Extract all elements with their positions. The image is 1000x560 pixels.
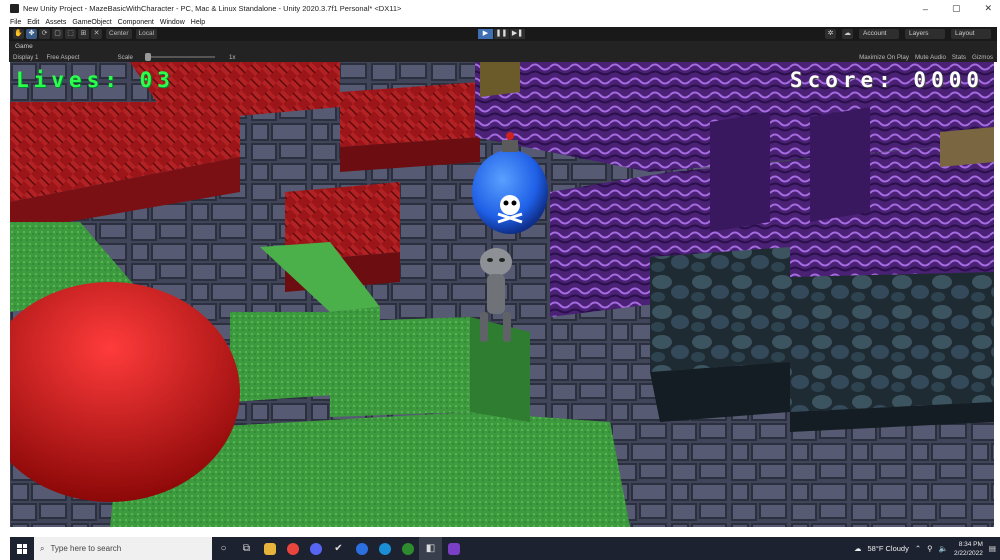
window-title: New Unity Project - MazeBasicWithCharact… [23, 4, 402, 13]
transform-tool-icon[interactable]: ⊞ [78, 29, 89, 39]
stats-toggle[interactable]: Stats [952, 54, 966, 61]
maximize-on-play-toggle[interactable]: Maximize On Play [859, 54, 909, 61]
maximize-button[interactable]: ▢ [952, 3, 961, 14]
menu-assets[interactable]: Assets [45, 19, 66, 26]
step-button[interactable]: ▶❚ [510, 29, 525, 39]
xbox-icon[interactable] [396, 537, 419, 560]
notifications-icon[interactable]: ▤ [989, 544, 996, 553]
hand-tool-icon[interactable]: ✋ [13, 29, 24, 39]
unity-toolbar: ✋ ✥ ⟳ ▢ ⬚ ⊞ ✕ Center Local ▶ ❚❚ ▶❚ ✲ ☁ A… [9, 27, 997, 41]
scale-value: 1x [228, 53, 236, 61]
window-title-bar: New Unity Project - MazeBasicWithCharact… [0, 0, 1000, 17]
clock-time: 8:34 PM [958, 540, 983, 548]
tan-wall-corner [480, 62, 520, 97]
close-button[interactable]: ✕ [984, 3, 992, 14]
menu-component[interactable]: Component [118, 19, 154, 26]
toolbar-right: ✲ ☁ Account Layers Layout [825, 29, 991, 39]
start-button[interactable] [10, 537, 34, 560]
minimize-button[interactable]: – [923, 4, 928, 14]
cloud-icon[interactable]: ☁ [842, 29, 853, 39]
windows-logo-icon [17, 543, 27, 554]
aspect-dropdown[interactable]: Free Aspect [46, 54, 79, 61]
tray-chevron-icon[interactable]: ⌃ [915, 544, 921, 553]
chrome-icon[interactable] [281, 537, 304, 560]
clock[interactable]: 8:34 PM 2/22/2022 [954, 540, 983, 558]
rect-tool-icon[interactable]: ⬚ [65, 29, 76, 39]
volume-icon[interactable]: 🔈 [939, 544, 948, 553]
weather-text[interactable]: 58°F Cloudy [867, 544, 908, 553]
layers-dropdown[interactable]: Layers [905, 29, 945, 39]
display-dropdown[interactable]: Display 1 [13, 54, 38, 61]
transform-tools: ✋ ✥ ⟳ ▢ ⬚ ⊞ ✕ [13, 29, 102, 39]
rotate-tool-icon[interactable]: ⟳ [39, 29, 50, 39]
menu-edit[interactable]: Edit [27, 19, 39, 26]
pivot-center-button[interactable]: Center [106, 29, 132, 39]
score-counter: Score: 0000 [789, 68, 984, 92]
play-controls: ▶ ❚❚ ▶❚ [478, 29, 525, 39]
blender-icon[interactable] [350, 537, 373, 560]
menu-window[interactable]: Window [160, 19, 185, 26]
menu-file[interactable]: File [10, 19, 21, 26]
system-tray: ☁ 58°F Cloudy ⌃ ⚲ 🔈 8:34 PM 2/22/2022 ▤ [854, 537, 996, 560]
menu-bar: File Edit Assets GameObject Component Wi… [0, 17, 1000, 27]
search-placeholder: Type here to search [50, 544, 122, 553]
file-explorer-icon[interactable] [258, 537, 281, 560]
collab-icon[interactable]: ✲ [825, 29, 836, 39]
layout-dropdown[interactable]: Layout [951, 29, 991, 39]
custom-tool-icon[interactable]: ✕ [91, 29, 102, 39]
edge-icon[interactable] [373, 537, 396, 560]
clock-date: 2/22/2022 [953, 549, 983, 557]
game-tab-bar: Game [9, 41, 997, 52]
task-view-icon[interactable]: ⧉ [235, 537, 258, 560]
check-app-icon[interactable]: ✔ [327, 537, 350, 560]
taskbar-search[interactable]: ⌕ Type here to search [34, 537, 212, 560]
tan-wall-corner-right [940, 127, 994, 167]
account-dropdown[interactable]: Account [859, 29, 899, 39]
weather-icon: ☁ [853, 544, 862, 553]
menu-gameobject[interactable]: GameObject [72, 19, 111, 26]
network-icon[interactable]: ⚲ [927, 544, 933, 553]
unity-app-icon [10, 4, 19, 13]
windows-taskbar: ⌕ Type here to search ○ ⧉ ✔ ◧ ☁ 58°F Clo… [10, 537, 1000, 560]
scale-tool-icon[interactable]: ▢ [52, 29, 63, 39]
game-scene [10, 62, 994, 527]
game-control-bar: Display 1 Free Aspect Scale 1x Maximize … [9, 52, 997, 62]
discord-icon[interactable] [304, 537, 327, 560]
move-tool-icon[interactable]: ✥ [26, 29, 37, 39]
search-icon: ⌕ [40, 543, 45, 553]
mute-audio-toggle[interactable]: Mute Audio [915, 54, 946, 61]
pivot-local-button[interactable]: Local [135, 29, 158, 39]
visual-studio-icon[interactable] [442, 537, 465, 560]
scale-slider[interactable] [144, 53, 215, 61]
gizmos-dropdown[interactable]: Gizmos [972, 54, 993, 61]
window-controls: – ▢ ✕ [923, 0, 992, 17]
cortana-icon[interactable]: ○ [212, 537, 235, 560]
scale-label: Scale [117, 53, 133, 61]
scale-slider-handle[interactable] [144, 53, 151, 61]
tab-game[interactable]: Game [9, 43, 33, 50]
lives-counter: Lives: 03 [16, 68, 175, 92]
game-view[interactable]: Lives: 03 Score: 0000 [10, 62, 994, 527]
unity-taskbar-icon[interactable]: ◧ [419, 537, 442, 560]
pause-button[interactable]: ❚❚ [494, 29, 509, 39]
play-button[interactable]: ▶ [478, 29, 493, 39]
menu-help[interactable]: Help [191, 19, 205, 26]
